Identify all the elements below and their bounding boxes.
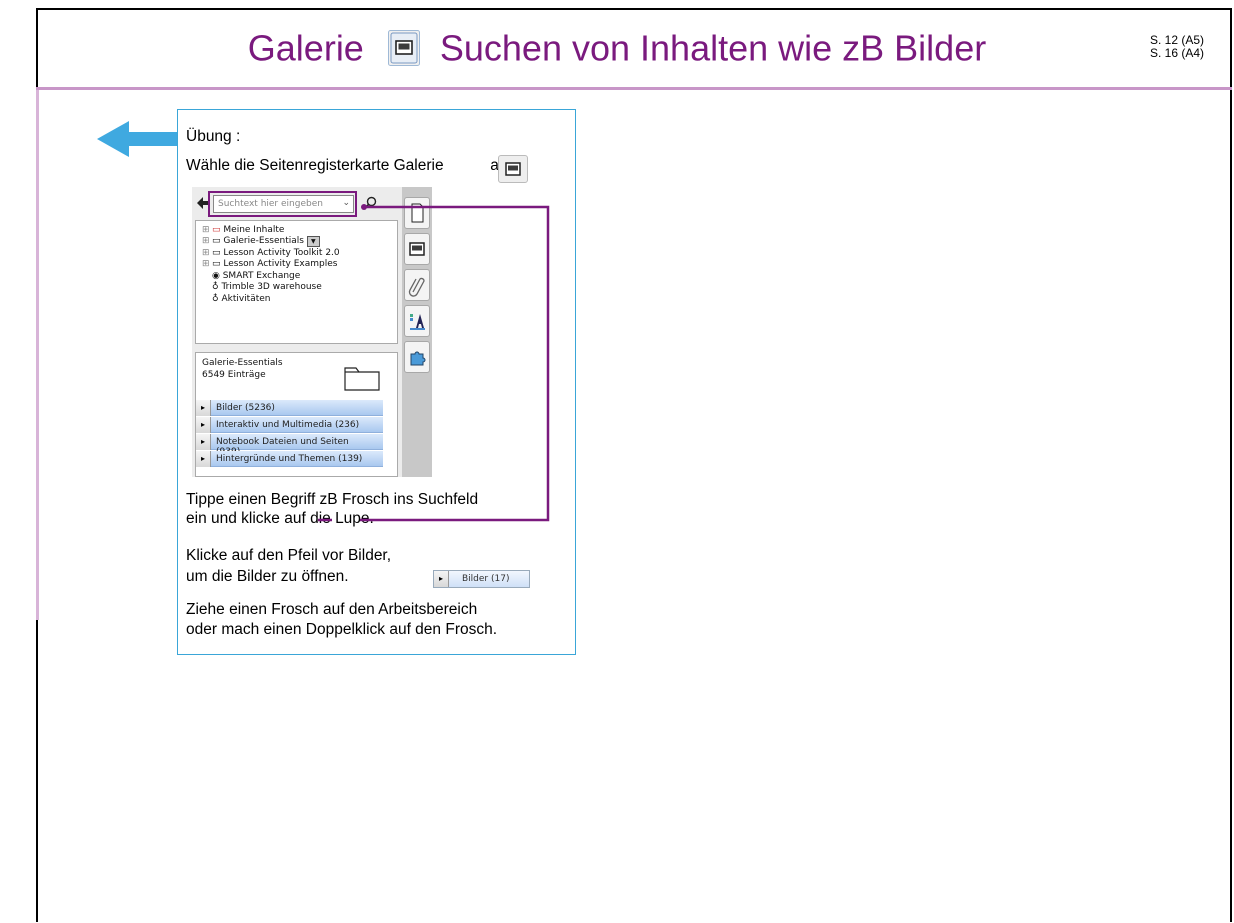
- category-label: Interaktiv und Multimedia (236): [216, 420, 360, 430]
- tree-label: Aktivitäten: [221, 294, 271, 304]
- tree-item-lesson-examples[interactable]: ⊞ ▭ Lesson Activity Examples: [202, 259, 337, 269]
- gallery-tab-icon[interactable]: [498, 155, 528, 183]
- title-part2: Suchen von Inhalten wie zB Bilder: [439, 27, 987, 69]
- dropdown-icon[interactable]: ▼: [306, 236, 320, 247]
- expand-arrow-icon[interactable]: ▸: [196, 417, 211, 433]
- tree-item-trimble[interactable]: ♁ Trimble 3D warehouse: [202, 282, 322, 292]
- tree-label: Lesson Activity Toolkit 2.0: [223, 248, 340, 258]
- back-arrow-icon[interactable]: [97, 120, 177, 158]
- step1-text: Wähle die Seitenregisterkarte Galerie au…: [186, 156, 520, 176]
- tree-label: Meine Inhalte: [223, 225, 285, 235]
- step4-line1: Ziehe einen Frosch auf den Arbeitsbereic…: [186, 601, 478, 618]
- selected-collection-count: 6549 Einträge: [202, 370, 266, 380]
- selected-collection-name: Galerie-Essentials: [202, 358, 283, 368]
- page-reference: S. 12 (A5) S. 16 (A4): [1150, 34, 1204, 60]
- tree-item-lesson-toolkit[interactable]: ⊞ ▭ Lesson Activity Toolkit 2.0: [202, 248, 340, 258]
- expand-arrow-icon[interactable]: ▸: [196, 451, 211, 467]
- tree-label: Lesson Activity Examples: [223, 259, 338, 269]
- step1-prefix: Wähle die Seitenregisterkarte Galerie: [186, 157, 444, 174]
- title-divider: [36, 87, 1232, 90]
- category-row-bilder[interactable]: ▸ Bilder (5236): [196, 400, 383, 416]
- slide-title: Galerie Suchen von Inhalten wie zB Bilde…: [0, 25, 1234, 69]
- category-label: Notebook Dateien und Seiten: [216, 437, 349, 447]
- category-label: Bilder (5236): [216, 403, 275, 413]
- expand-arrow-icon[interactable]: ▸: [196, 434, 211, 450]
- connector-end: [318, 518, 332, 522]
- search-field-highlight: [208, 191, 357, 217]
- category-row-hintergruende[interactable]: ▸ Hintergründe und Themen (139): [196, 451, 383, 467]
- step3-line1: Klicke auf den Pfeil vor Bilder,: [186, 547, 392, 564]
- page-ref-a4: S. 16 (A4): [1149, 46, 1204, 60]
- bilder-inline-button[interactable]: ▸ Bilder (17): [433, 570, 530, 588]
- gallery-icon: [505, 162, 521, 176]
- tree-label: Trimble 3D warehouse: [221, 282, 322, 292]
- tree-label: Galerie-Essentials: [223, 236, 304, 246]
- gallery-icon: [387, 30, 420, 67]
- title-part1: Galerie: [247, 27, 364, 69]
- step4-line2: oder mach einen Doppelklick auf den Fros…: [186, 621, 498, 638]
- tree-item-galerie-essentials[interactable]: ⊞ ▭ Galerie-Essentials ▼: [202, 236, 320, 247]
- connector-line: [360, 204, 550, 522]
- category-row-notebook[interactable]: ▸Notebook Dateien und Seiten(939): [196, 434, 383, 457]
- tree-item-meine-inhalte[interactable]: ⊞ ▭ Meine Inhalte: [202, 225, 284, 235]
- category-row-interaktiv[interactable]: ▸ Interaktiv und Multimedia (236): [196, 417, 383, 433]
- step2-line2: ein und klicke auf die Lupe.: [186, 510, 374, 527]
- left-accent-bar: [36, 90, 39, 620]
- bilder-inline-label: Bilder (17): [462, 574, 510, 584]
- expand-arrow-icon[interactable]: ▸: [196, 400, 211, 416]
- exercise-heading: Übung :: [186, 128, 241, 145]
- tree-item-smart-exchange[interactable]: ◉ SMART Exchange: [202, 271, 300, 281]
- tree-label: SMART Exchange: [222, 271, 301, 281]
- tree-item-aktivitaeten[interactable]: ♁ Aktivitäten: [202, 294, 271, 304]
- expand-arrow-icon[interactable]: ▸: [434, 571, 449, 587]
- category-label: Hintergründe und Themen (139): [216, 454, 363, 464]
- step3-line2: um die Bilder zu öffnen.: [186, 568, 349, 585]
